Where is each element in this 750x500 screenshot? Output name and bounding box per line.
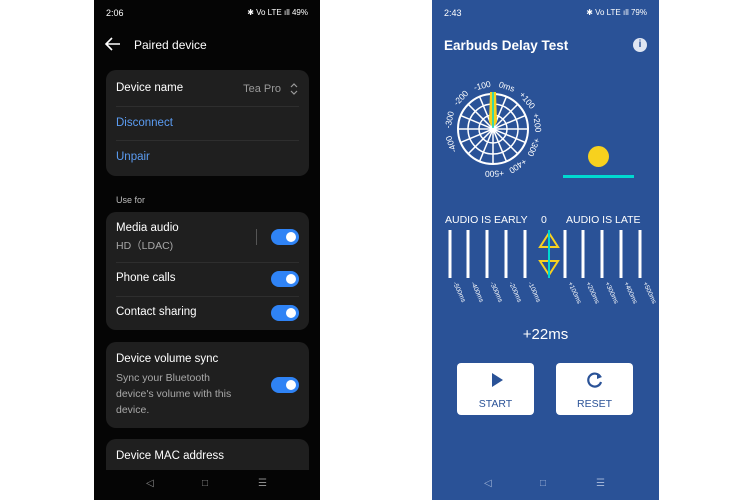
chevron-updown-icon (290, 83, 298, 95)
scale-label: +400ms (622, 281, 639, 306)
scale-marker (538, 230, 560, 278)
volume-sync-toggle[interactable] (271, 377, 299, 393)
dial-label: +500 (485, 168, 505, 179)
status-bar: 2:06 ✱ Vo LTE ıll 49% (94, 6, 320, 20)
dial-label: -100 (473, 79, 492, 93)
scale-bar (563, 230, 567, 278)
scale-label: +200ms (584, 281, 601, 306)
device-name-label: Device name (116, 82, 184, 94)
dial-label: +300 (525, 136, 542, 158)
divider (116, 262, 299, 263)
nav-recents-icon[interactable]: ☰ (258, 478, 267, 489)
status-bar: 2:43 ✱ Vo LTE ıll 79% (432, 6, 659, 20)
delay-scale[interactable]: -500ms -400ms -300ms -200ms -100ms +100ms +200… (432, 225, 659, 310)
divider (116, 140, 299, 141)
back-arrow-icon[interactable] (104, 36, 122, 52)
use-for-card: Media audio HD（LDAC) Phone calls Contact… (106, 212, 309, 330)
divider (116, 296, 299, 297)
delay-readout: +22ms (522, 326, 569, 343)
scale-label: +300ms (603, 281, 620, 306)
status-icons: ✱ Vo LTE ıll 49% (247, 8, 308, 17)
phone-calls-toggle[interactable] (271, 271, 299, 287)
scale-label: +100ms (566, 281, 583, 306)
scale-label: +500ms (641, 281, 658, 306)
status-time: 2:43 (444, 8, 462, 18)
scale-bar (638, 230, 642, 278)
scale-bars (448, 230, 642, 278)
reset-button[interactable]: RESET (556, 363, 633, 415)
scale-bar (448, 230, 452, 278)
volume-sync-card: Device volume sync Sync your Bluetooth d… (106, 342, 309, 428)
scale-label: -300ms (488, 281, 504, 304)
dial-needle (489, 92, 497, 128)
nav-home-icon[interactable]: □ (540, 478, 546, 489)
scale-bar (504, 230, 508, 278)
separator (256, 229, 257, 245)
page-title: Paired device (134, 38, 207, 52)
dial-label: 0ms (498, 79, 516, 93)
nav-home-icon[interactable]: □ (202, 478, 208, 489)
reset-button-label: RESET (576, 398, 612, 410)
disconnect-link[interactable]: Disconnect (116, 117, 299, 129)
left-phone-screenshot: 2:06 ✱ Vo LTE ıll 49% Paired device Devi… (94, 0, 320, 500)
sync-ball (588, 146, 609, 167)
status-time: 2:06 (106, 8, 124, 18)
nav-back-icon[interactable]: ◁ (484, 478, 492, 489)
scale-bar (581, 230, 585, 278)
mac-address-label: Device MAC address (116, 450, 225, 462)
nav-back-icon[interactable]: ◁ (146, 478, 154, 489)
use-for-section-label: Use for (116, 195, 146, 205)
device-actions-card: Device name Tea Pro Disconnect Unpair (106, 70, 309, 176)
delay-dial: -400-300-200-100 0ms+100+200+300+400+500 (443, 79, 544, 179)
right-phone-screenshot: 2:43 ✱ Vo LTE ıll 79% Earbuds Delay Test… (432, 0, 659, 500)
top-app-bar: Paired device (94, 30, 320, 58)
volume-sync-description: Sync your Bluetooth device's volume with… (116, 372, 232, 416)
sync-line (563, 175, 634, 178)
divider (116, 106, 299, 107)
navigation-bar: ◁ □ ☰ (432, 470, 659, 500)
unpair-link[interactable]: Unpair (116, 151, 299, 163)
nav-recents-icon[interactable]: ☰ (596, 478, 605, 489)
refresh-icon (587, 372, 603, 388)
scale-label: -500ms (451, 281, 467, 304)
dial-label: +200 (531, 113, 544, 134)
scale-label: -200ms (507, 281, 523, 304)
scale-bar (466, 230, 470, 278)
scale-label: -100ms (526, 281, 542, 304)
device-name-value: Tea Pro (243, 83, 281, 95)
dial-label: -300 (443, 110, 456, 129)
scale-label: -400ms (469, 281, 485, 304)
info-icon[interactable]: i (633, 38, 647, 52)
scale-bar (600, 230, 604, 278)
contact-sharing-toggle[interactable] (271, 305, 299, 321)
navigation-bar: ◁ □ ☰ (94, 470, 320, 500)
volume-sync-title: Device volume sync (116, 353, 219, 365)
status-icons: ✱ Vo LTE ıll 79% (586, 8, 647, 17)
scale-bar (485, 230, 489, 278)
scale-labels: -500ms -400ms -300ms -200ms -100ms +100ms +200… (451, 281, 658, 306)
dial-label: -400 (443, 134, 458, 154)
start-button[interactable]: START (457, 363, 534, 415)
play-icon (492, 373, 503, 387)
media-audio-toggle[interactable] (271, 229, 299, 245)
app-title: Earbuds Delay Test (444, 38, 569, 53)
scale-bar (619, 230, 623, 278)
scale-bar (523, 230, 527, 278)
start-button-label: START (478, 398, 513, 410)
